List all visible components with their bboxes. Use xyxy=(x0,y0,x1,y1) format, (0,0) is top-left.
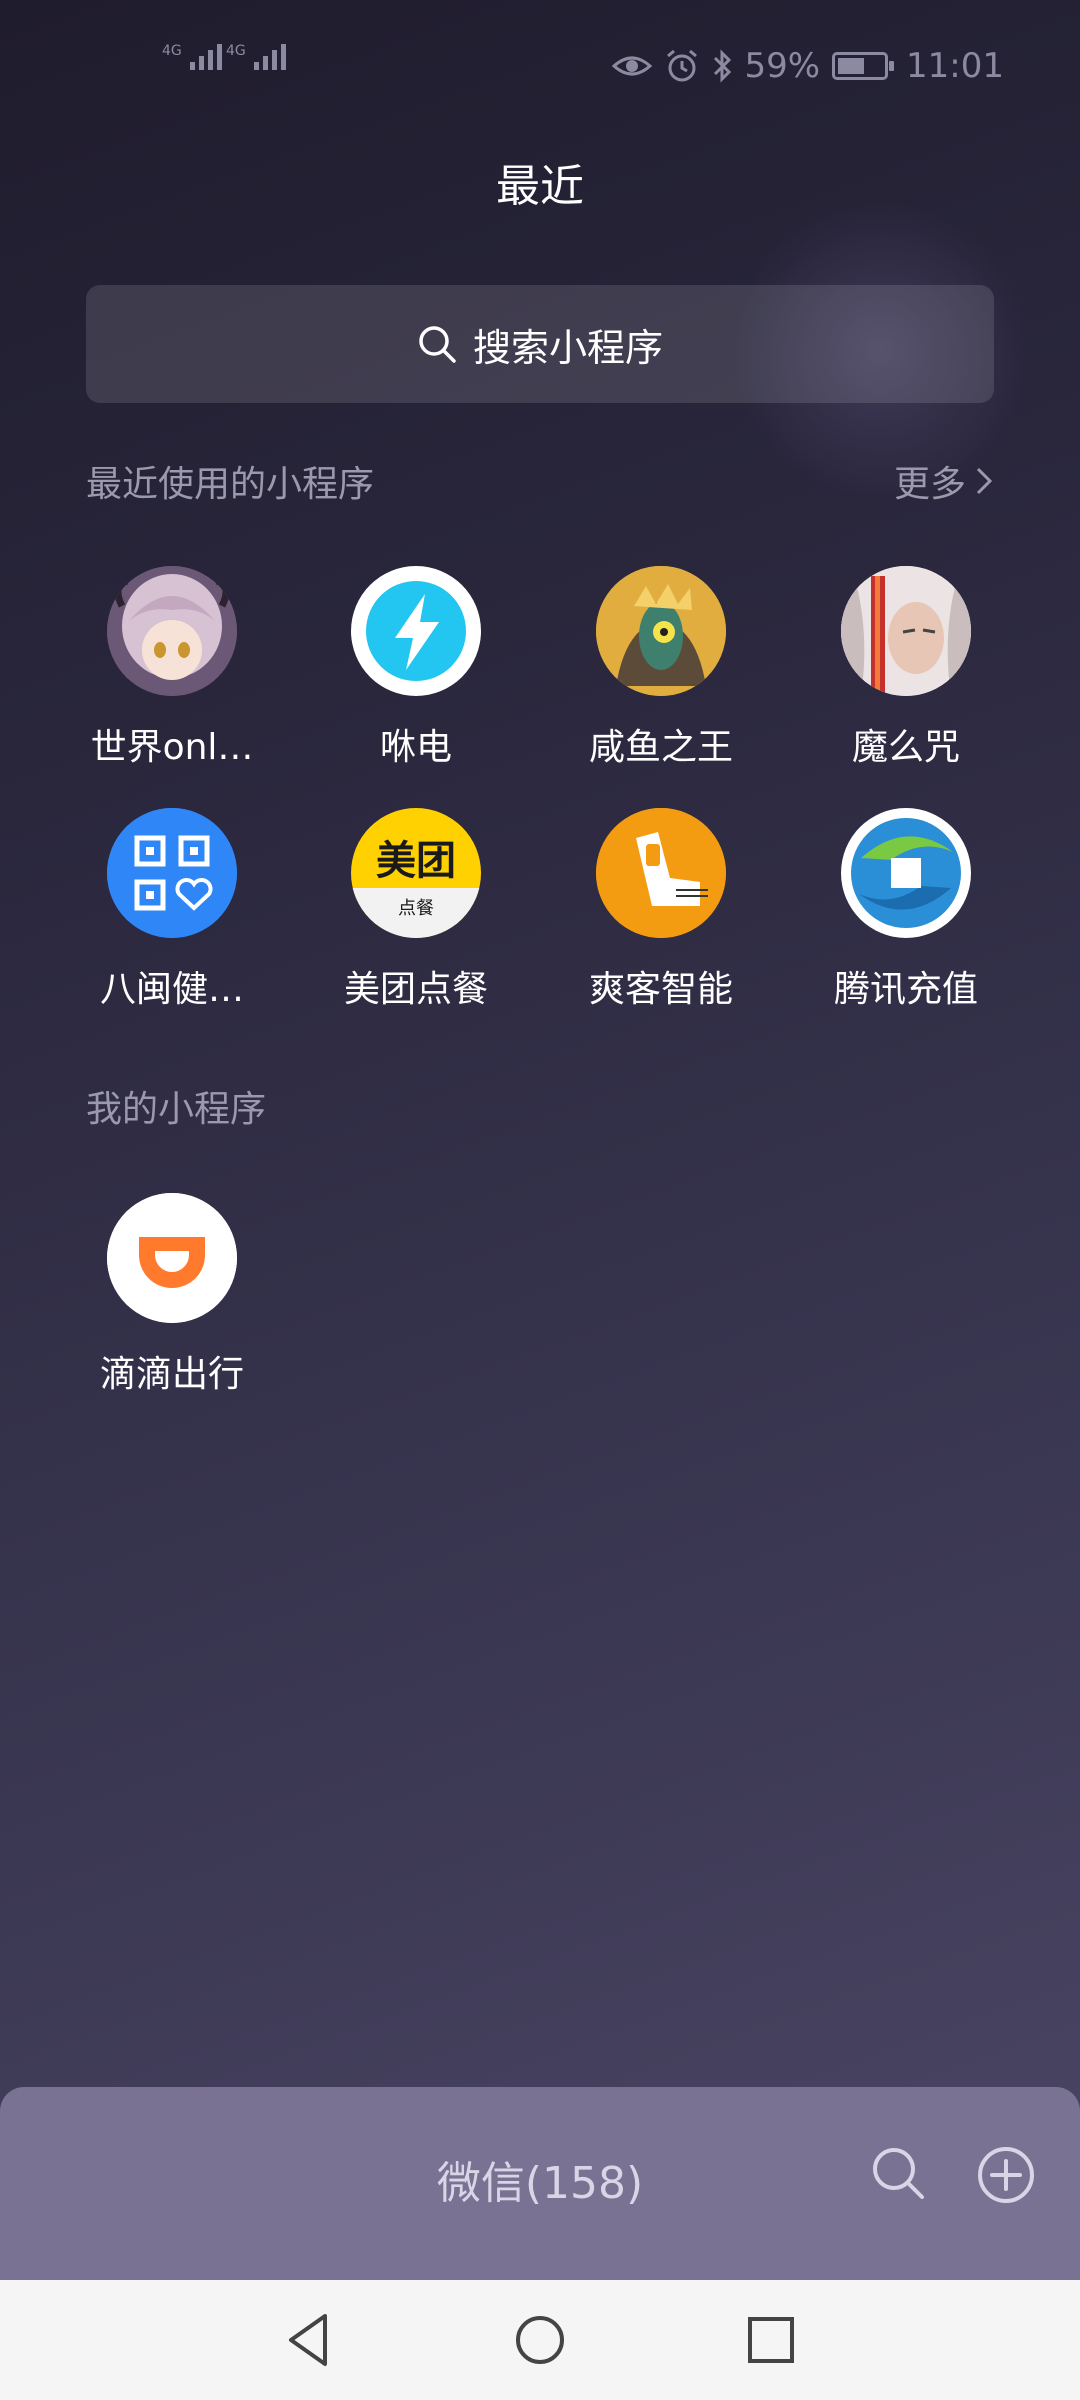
clock: 11:01 xyxy=(906,46,1004,86)
app-label: 咸鱼之王 xyxy=(588,727,733,768)
alarm-icon xyxy=(667,49,698,82)
wechat-bottom-bar[interactable]: 微信(158) xyxy=(0,2087,1080,2280)
signal-icon-sim2: 4G xyxy=(226,44,286,70)
app-label: 世界onl… xyxy=(90,727,254,768)
meituan-icon: 美团 点餐 xyxy=(351,808,481,938)
add-icon[interactable] xyxy=(976,2145,1036,2205)
app-xiudian[interactable]: 咻电 xyxy=(311,566,521,770)
health-qr-icon xyxy=(107,808,237,938)
app-label: 爽客智能 xyxy=(588,969,733,1010)
back-icon[interactable] xyxy=(283,2310,333,2370)
didi-icon xyxy=(107,1193,237,1323)
status-bar: 4G 4G 59% 11:01 xyxy=(0,0,1080,140)
app-bamin-health[interactable]: 八闽健… xyxy=(67,808,277,1012)
tencent-recharge-icon xyxy=(841,808,971,938)
search-bar[interactable]: 搜索小程序 xyxy=(86,285,994,403)
warrior-avatar-icon xyxy=(841,566,971,696)
bluetooth-icon xyxy=(714,49,732,83)
search-placeholder: 搜索小程序 xyxy=(472,325,663,370)
recent-section-title: 最近使用的小程序 xyxy=(86,464,375,505)
search-icon[interactable] xyxy=(870,2145,926,2201)
anime-avatar-icon xyxy=(107,566,237,696)
app-label: 魔么咒 xyxy=(851,727,960,768)
signal-icon-sim1: 4G xyxy=(162,44,222,70)
app-mo-yao-zhou[interactable]: 魔么咒 xyxy=(801,566,1011,770)
mine-section-title: 我的小程序 xyxy=(86,1089,267,1130)
app-shijie-online[interactable]: 世界onl… xyxy=(67,566,277,770)
app-label: 美团点餐 xyxy=(343,969,488,1010)
meituan-icon-text: 美团 xyxy=(376,838,456,884)
app-label: 腾讯充值 xyxy=(833,969,978,1010)
app-meituan-diancan[interactable]: 美团 点餐 美团点餐 xyxy=(311,808,521,1012)
network-type-label: 4G xyxy=(226,43,246,59)
more-label: 更多 xyxy=(893,464,966,505)
chevron-right-icon xyxy=(976,467,993,495)
network-type-label: 4G xyxy=(162,43,182,59)
home-icon[interactable] xyxy=(513,2310,567,2370)
app-tencent-recharge[interactable]: 腾讯充值 xyxy=(801,808,1011,1012)
lightning-icon xyxy=(351,566,481,696)
more-link[interactable]: 更多 xyxy=(894,455,994,507)
search-icon xyxy=(419,326,456,363)
eye-icon xyxy=(612,56,653,76)
meituan-icon-subtext: 点餐 xyxy=(398,898,434,919)
battery-icon xyxy=(832,52,895,80)
app-xianyu-zhiwang[interactable]: 咸鱼之王 xyxy=(556,566,766,770)
app-didi[interactable]: 滴滴出行 xyxy=(67,1193,277,1397)
page-title: 最近 xyxy=(496,161,584,212)
recents-icon[interactable] xyxy=(744,2310,798,2370)
app-label: 滴滴出行 xyxy=(99,1354,244,1395)
fish-king-icon xyxy=(596,566,726,696)
app-label: 咻电 xyxy=(379,727,452,768)
app-shuangke[interactable]: 爽客智能 xyxy=(556,808,766,1012)
app-label: 八闽健… xyxy=(99,969,244,1010)
battery-percent: 59% xyxy=(744,46,821,86)
system-nav-bar xyxy=(0,2280,1080,2400)
shuangke-icon xyxy=(596,808,726,938)
